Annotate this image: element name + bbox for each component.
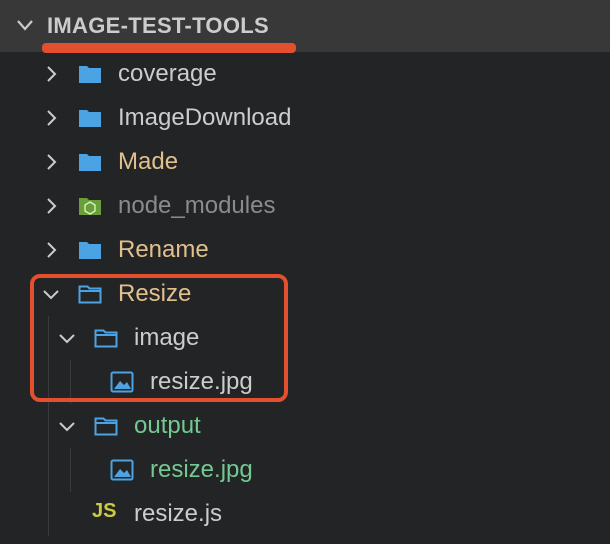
chevron-down-icon [59,422,75,432]
annotation-box [30,274,288,402]
tree-item-node-modules[interactable]: node_modules [0,184,610,228]
chevron-right-icon [47,110,57,126]
tree-item-label: Made [118,148,179,175]
tree-item-rename[interactable]: Rename [0,228,610,272]
node-folder-icon [79,198,101,215]
tree-item-coverage[interactable]: coverage [0,52,610,96]
tree-item-output-resize-jpg[interactable]: resize.jpg [0,448,610,492]
tree-item-label: resize.js [134,500,223,527]
tree-item-label: coverage [118,60,217,87]
tree-item-label: output [134,412,201,439]
folder-open-icon [94,417,118,436]
root-folder-title: IMAGE-TEST-TOOLS [47,13,269,38]
tree-item-output[interactable]: output [0,404,610,448]
js-file-icon: JS [92,500,117,522]
folder-icon [79,154,101,171]
tree-item-resize-js[interactable]: JS resize.js [0,492,610,536]
tree-item-label: resize.jpg [150,456,253,483]
tree-item-label: node_modules [118,192,276,219]
folder-icon [79,66,101,83]
chevron-right-icon [47,198,57,214]
chevron-down-icon [17,20,33,31]
chevron-right-icon [47,242,57,258]
folder-icon [79,110,101,127]
tree-item-label: Rename [118,236,209,263]
chevron-right-icon [47,66,57,82]
tree-item-label: ImageDownload [118,104,292,131]
tree-item-made[interactable]: Made [0,140,610,184]
tree-item-imagedownload[interactable]: ImageDownload [0,96,610,140]
chevron-right-icon [47,154,57,170]
folder-icon [79,242,101,259]
image-file-icon [110,459,134,481]
